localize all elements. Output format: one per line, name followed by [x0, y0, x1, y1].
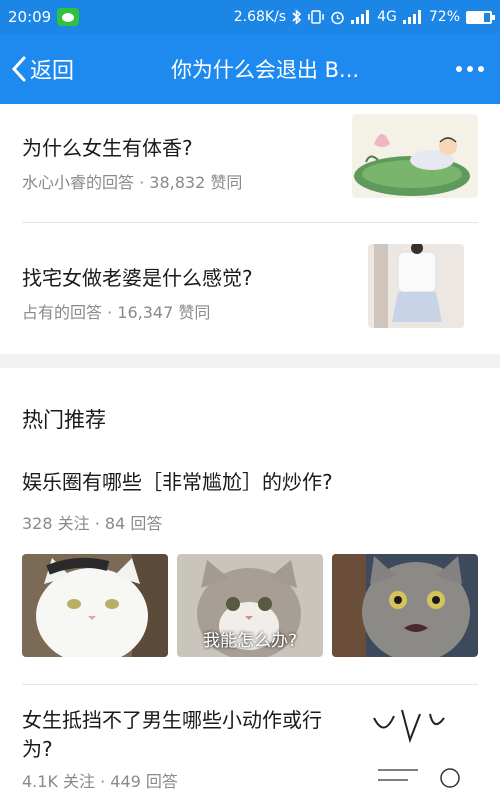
related-answers-card: 为什么女生有体香? 水心小睿的回答 · 38,832 赞同 找宅女做老婆是什么感… [0, 104, 500, 354]
lotus-illustration-thumbnail[interactable] [352, 114, 478, 198]
cat-photo-1[interactable] [22, 554, 168, 657]
chevron-left-icon [11, 56, 26, 82]
sketch-thumbnail[interactable] [358, 704, 478, 800]
cat-photo-2[interactable]: 我能怎么办? [177, 554, 323, 657]
status-time: 20:09 [8, 8, 52, 26]
section-title: 热门推荐 [22, 408, 106, 432]
battery-icon [466, 10, 495, 24]
alarm-icon [331, 11, 344, 24]
dot-icon [456, 66, 462, 72]
topic-title[interactable]: 娱乐圈有哪些［非常尴尬］的炒作? [22, 468, 478, 497]
dot-icon [467, 66, 473, 72]
divider [22, 684, 478, 685]
back-button[interactable]: 返回 [0, 53, 110, 85]
battery-percent: 72% [428, 9, 460, 25]
hot-recommendations-card: 热门推荐 娱乐圈有哪些［非常尴尬］的炒作? 328 关注 · 84 回答 我能怎… [0, 368, 500, 800]
signal-icon [351, 10, 370, 24]
page-title: 你为什么会退出 B... [170, 58, 360, 82]
signal-icon-2 [402, 10, 421, 24]
nav-bar: 返回 你为什么会退出 B... [0, 34, 500, 104]
more-menu-button[interactable] [440, 66, 500, 72]
divider [22, 222, 478, 223]
topic-meta: 328 关注 · 84 回答 [22, 514, 163, 533]
network-speed: 2.68K/s [233, 9, 287, 25]
bluetooth-icon [292, 9, 302, 25]
cat-photo-3[interactable] [332, 554, 478, 657]
network-type: 4G [377, 9, 397, 25]
outfit-photo-thumbnail[interactable] [368, 244, 464, 328]
topic-title[interactable]: 女生抵挡不了男生哪些小动作或行为? [22, 706, 352, 764]
back-label: 返回 [30, 59, 75, 84]
status-right: 2.68K/s 4G 72% [233, 9, 495, 25]
dot-icon [478, 66, 484, 72]
status-bar: 20:09 2.68K/s 4G 72% [0, 0, 500, 34]
vibrate-icon [308, 10, 324, 24]
topic-meta: 4.1K 关注 · 449 回答 [22, 772, 178, 791]
wechat-icon [57, 8, 80, 26]
cat-caption: 我能怎么办? [202, 631, 298, 651]
